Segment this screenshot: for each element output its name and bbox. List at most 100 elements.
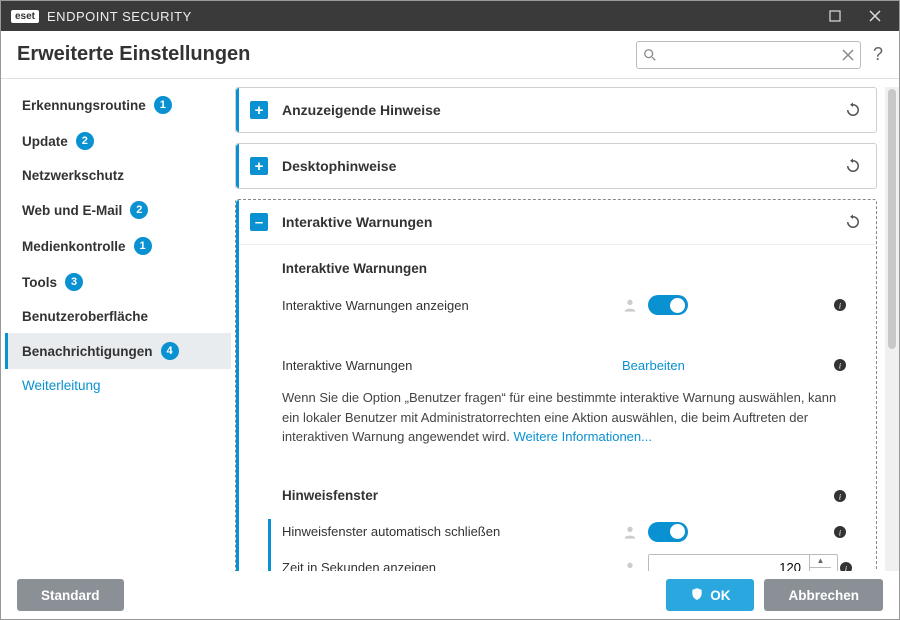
row-label: Interaktive Warnungen anzeigen <box>282 298 622 313</box>
edit-link[interactable]: Bearbeiten <box>622 358 685 373</box>
more-info-link[interactable]: Weitere Informationen... <box>513 429 652 444</box>
sidebar-item-netzwerkschutz[interactable]: Netzwerkschutz <box>5 159 231 192</box>
row-autoclose: Hinweisfenster automatisch schließen i <box>282 515 848 549</box>
main-content: + Anzuzeigende Hinweise + Desktophinweis… <box>235 87 885 571</box>
info-icon[interactable]: i <box>838 560 854 572</box>
accent-bar <box>268 519 271 572</box>
cancel-button[interactable]: Abbrechen <box>764 579 883 611</box>
sidebar-item-benutzeroberflaeche[interactable]: Benutzeroberfläche <box>5 300 231 333</box>
sidebar: Erkennungsroutine 1 Update 2 Netzwerksch… <box>1 79 231 571</box>
expand-icon: + <box>250 157 268 175</box>
undo-button[interactable] <box>844 101 862 119</box>
ok-button[interactable]: OK <box>666 579 754 611</box>
search-icon <box>643 48 657 62</box>
sidebar-item-tools[interactable]: Tools 3 <box>5 264 231 300</box>
row-controls <box>622 522 688 542</box>
user-icon <box>622 297 638 313</box>
expand-icon: + <box>250 101 268 119</box>
row-label: Interaktive Warnungen <box>282 358 622 373</box>
collapse-icon: – <box>250 213 268 231</box>
help-button[interactable]: ? <box>873 44 883 65</box>
brand-badge: eset <box>11 10 39 23</box>
row-interactive-list: Interaktive Warnungen Bearbeiten i <box>282 348 848 382</box>
user-icon <box>622 524 638 540</box>
sidebar-label: Benutzeroberfläche <box>22 309 148 324</box>
search-input[interactable] <box>657 46 842 63</box>
row-label: Hinweisfenster automatisch schließen <box>282 524 622 539</box>
description-text: Wenn Sie die Option „Benutzer fragen“ fü… <box>282 388 848 447</box>
info-icon[interactable]: i <box>832 488 848 504</box>
undo-button[interactable] <box>844 213 862 231</box>
row-controls: Bearbeiten <box>622 358 685 373</box>
shield-icon <box>690 587 704 604</box>
page-title: Erweiterte Einstellungen <box>17 43 250 66</box>
subheading-interaktive: Interaktive Warnungen <box>282 261 848 276</box>
count-badge: 1 <box>154 96 172 114</box>
undo-button[interactable] <box>844 157 862 175</box>
default-button[interactable]: Standard <box>17 579 124 611</box>
scroll-thumb[interactable] <box>888 89 896 349</box>
row-controls: ▲ ▼ <box>622 554 838 572</box>
body: Erkennungsroutine 1 Update 2 Netzwerksch… <box>1 79 899 571</box>
sidebar-label: Erkennungsroutine <box>22 98 146 113</box>
toggle-show-interactive[interactable] <box>648 295 688 315</box>
sidebar-item-medienkontrolle[interactable]: Medienkontrolle 1 <box>5 228 231 264</box>
sidebar-item-update[interactable]: Update 2 <box>5 123 231 159</box>
count-badge: 2 <box>76 132 94 150</box>
sidebar-label: Benachrichtigungen <box>22 344 153 359</box>
row-controls <box>622 295 688 315</box>
window-controls <box>815 1 895 31</box>
subheading-hinweisfenster: Hinweisfenster <box>282 488 378 503</box>
row-show-interactive-alerts: Interaktive Warnungen anzeigen i <box>282 288 848 322</box>
footer: Standard OK Abbrechen <box>1 571 899 619</box>
spinner: ▲ ▼ <box>809 555 831 572</box>
titlebar: eset ENDPOINT SECURITY <box>1 1 899 31</box>
sidebar-label: Medienkontrolle <box>22 239 126 254</box>
section-header[interactable]: + Anzuzeigende Hinweise <box>236 88 876 132</box>
info-icon[interactable]: i <box>832 357 848 373</box>
page-header: Erweiterte Einstellungen ? <box>1 31 899 79</box>
toggle-autoclose[interactable] <box>648 522 688 542</box>
sidebar-item-web-email[interactable]: Web und E-Mail 2 <box>5 192 231 228</box>
section-title: Desktophinweise <box>282 158 396 174</box>
ok-label: OK <box>710 588 730 603</box>
row-label: Zeit in Sekunden anzeigen <box>282 560 622 571</box>
sidebar-label: Web und E-Mail <box>22 203 122 218</box>
user-icon <box>622 560 638 572</box>
count-badge: 1 <box>134 237 152 255</box>
sidebar-label: Netzwerkschutz <box>22 168 124 183</box>
sidebar-item-benachrichtigungen[interactable]: Benachrichtigungen 4 <box>5 333 231 369</box>
sidebar-item-erkennungsroutine[interactable]: Erkennungsroutine 1 <box>5 87 231 123</box>
clear-search-icon[interactable] <box>842 49 854 61</box>
search-box[interactable] <box>636 41 861 69</box>
brand-name: ENDPOINT SECURITY <box>47 9 192 24</box>
seconds-input[interactable]: ▲ ▼ <box>648 554 838 572</box>
info-icon[interactable]: i <box>832 524 848 540</box>
section-desktophinweise: + Desktophinweise <box>235 143 877 189</box>
section-title: Interaktive Warnungen <box>282 214 432 230</box>
spinner-up[interactable]: ▲ <box>810 555 831 569</box>
section-header[interactable]: – Interaktive Warnungen <box>236 200 876 244</box>
sidebar-label: Update <box>22 134 68 149</box>
count-badge: 2 <box>130 201 148 219</box>
app-window: eset ENDPOINT SECURITY Erweiterte Einste… <box>0 0 900 620</box>
maximize-button[interactable] <box>815 1 855 31</box>
section-interaktive-warnungen: – Interaktive Warnungen Interaktive Warn… <box>235 199 877 571</box>
sidebar-label: Weiterleitung <box>22 378 101 393</box>
row-subhead-hinweisfenster: Hinweisfenster i <box>282 479 848 513</box>
section-anzuzeigende-hinweise: + Anzuzeigende Hinweise <box>235 87 877 133</box>
sidebar-label: Tools <box>22 275 57 290</box>
section-body: Interaktive Warnungen Interaktive Warnun… <box>236 244 876 571</box>
vertical-scrollbar[interactable] <box>885 87 899 571</box>
sidebar-item-weiterleitung[interactable]: Weiterleitung <box>5 369 231 402</box>
count-badge: 4 <box>161 342 179 360</box>
app-brand: eset ENDPOINT SECURITY <box>11 9 192 24</box>
section-header[interactable]: + Desktophinweise <box>236 144 876 188</box>
seconds-field[interactable] <box>649 555 809 572</box>
info-icon[interactable]: i <box>832 297 848 313</box>
count-badge: 3 <box>65 273 83 291</box>
spinner-down[interactable]: ▼ <box>810 568 831 571</box>
close-button[interactable] <box>855 1 895 31</box>
row-seconds: Zeit in Sekunden anzeigen ▲ <box>282 551 848 572</box>
section-title: Anzuzeigende Hinweise <box>282 102 441 118</box>
